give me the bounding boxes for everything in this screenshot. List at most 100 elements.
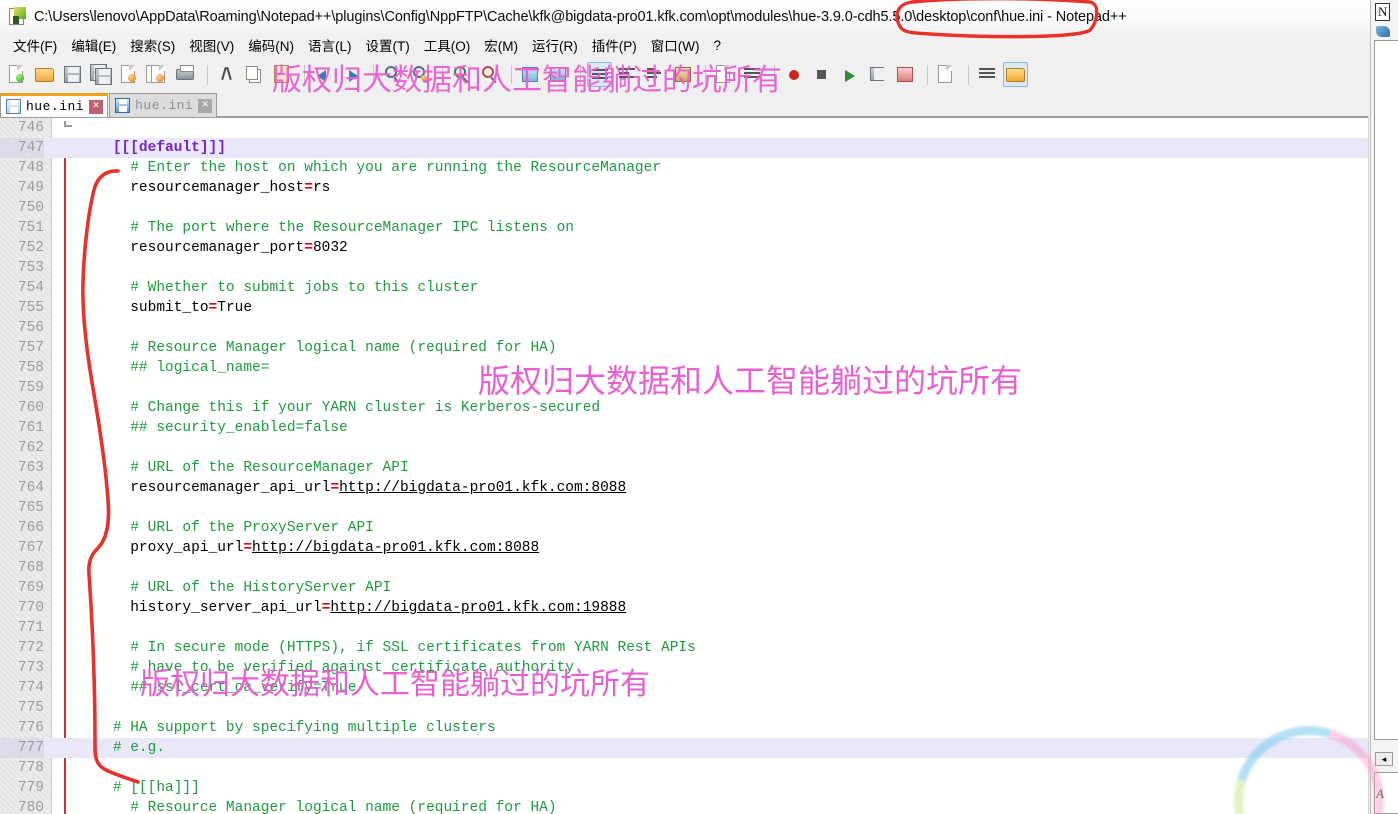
code-line-text: # e.g. — [78, 738, 165, 758]
code-line[interactable]: 758 ## logical_name= — [0, 358, 1368, 378]
code-line-text: # URL of the ResourceManager API — [78, 458, 408, 478]
background-window-sliver[interactable]: N ◂ A — [1370, 0, 1398, 814]
run-icon[interactable] — [934, 62, 959, 87]
line-number: 776 — [17, 720, 44, 736]
cut-icon[interactable] — [214, 62, 239, 87]
document-switcher-icon[interactable] — [975, 62, 1000, 87]
menu-tools[interactable]: 工具(O) — [417, 33, 478, 57]
paste-icon[interactable] — [270, 62, 295, 87]
code-line[interactable]: 772 # In secure mode (HTTPS), if SSL cer… — [0, 638, 1368, 658]
code-token-sec: [[[default]]] — [112, 140, 226, 156]
code-text-area[interactable]: 746 747 [[[default]]] 748 # Enter the host… — [0, 118, 1368, 814]
code-token-url[interactable]: http://bigdata-pro01.kfk.com:8088 — [252, 540, 539, 556]
close-icon[interactable]: ✕ — [198, 98, 213, 113]
stop-macro-icon[interactable] — [809, 62, 834, 87]
menu-run[interactable]: 运行(R) — [525, 33, 585, 57]
record-macro-icon[interactable] — [781, 62, 806, 87]
code-line[interactable]: 769 # URL of the HistoryServer API — [0, 578, 1368, 598]
code-line[interactable]: 760 # Change this if your YARN cluster i… — [0, 398, 1368, 418]
code-token-url[interactable]: http://bigdata-pro01.kfk.com:19888 — [330, 600, 626, 616]
sync-horizontal-scroll-icon[interactable] — [546, 62, 571, 87]
ftp-icon[interactable] — [1003, 62, 1028, 87]
show-all-chars-icon[interactable] — [615, 62, 640, 87]
code-token-val: rs — [312, 180, 331, 196]
menu-view[interactable]: 视图(V) — [182, 33, 241, 57]
sync-vertical-scroll-icon[interactable] — [518, 62, 543, 87]
word-wrap-icon[interactable] — [587, 62, 612, 87]
menu-file[interactable]: 文件(F) — [6, 33, 64, 57]
line-number: 763 — [17, 460, 44, 476]
code-line[interactable]: 766 # URL of the ProxyServer API — [0, 518, 1368, 538]
code-line-text: ## security_enabled=false — [78, 418, 348, 438]
code-line[interactable]: 780 # Resource Manager logical name (req… — [0, 798, 1368, 814]
code-line[interactable]: 765 — [0, 498, 1368, 518]
code-line[interactable]: 767 proxy_api_url=http://bigdata-pro01.k… — [0, 538, 1368, 558]
print-icon[interactable] — [173, 62, 198, 87]
save-macro-icon[interactable] — [865, 62, 890, 87]
redo-icon[interactable] — [339, 62, 364, 87]
menu-macro[interactable]: 宏(M) — [477, 33, 525, 57]
playback-macro-icon[interactable] — [837, 62, 862, 87]
code-line[interactable]: 755 submit_to=True — [0, 298, 1368, 318]
code-editor[interactable]: 746 747 [[[default]]] 748 # Enter the host… — [0, 117, 1368, 814]
code-line[interactable]: 756 — [0, 318, 1368, 338]
close-file-icon[interactable] — [117, 62, 142, 87]
code-line[interactable]: 747 [[[default]]] — [0, 138, 1368, 158]
code-line[interactable]: 770 history_server_api_url=http://bigdat… — [0, 598, 1368, 618]
code-line[interactable]: 773 # have to be verified against certif… — [0, 658, 1368, 678]
menu-plugins[interactable]: 插件(P) — [585, 33, 644, 57]
save-icon[interactable] — [61, 62, 86, 87]
code-line[interactable]: 750 — [0, 198, 1368, 218]
close-all-files-icon[interactable] — [145, 62, 170, 87]
menu-encoding[interactable]: 编码(N) — [241, 33, 301, 57]
open-file-icon[interactable] — [33, 62, 58, 87]
indent-guide-icon[interactable] — [643, 62, 668, 87]
code-token-url[interactable]: http://bigdata-pro01.kfk.com:8088 — [339, 480, 626, 496]
code-line[interactable]: 771 — [0, 618, 1368, 638]
copy-icon[interactable] — [242, 62, 267, 87]
code-line[interactable]: 763 # URL of the ResourceManager API — [0, 458, 1368, 478]
menu-language[interactable]: 语言(L) — [301, 33, 359, 57]
code-line[interactable]: 757 # Resource Manager logical name (req… — [0, 338, 1368, 358]
code-line[interactable]: 748 # Enter the host on which you are ru… — [0, 158, 1368, 178]
menu-search[interactable]: 搜索(S) — [123, 33, 182, 57]
code-line[interactable]: 774 ## ssl_cert_ca_verify=True — [0, 678, 1368, 698]
document-map-icon[interactable] — [712, 62, 737, 87]
undo-icon[interactable] — [311, 62, 336, 87]
replace-icon[interactable] — [408, 62, 433, 87]
code-line[interactable]: 754 # Whether to submit jobs to this clu… — [0, 278, 1368, 298]
menu-window[interactable]: 窗口(W) — [644, 33, 707, 57]
zoom-in-icon[interactable] — [449, 62, 474, 87]
code-line[interactable]: 749 resourcemanager_host=rs — [0, 178, 1368, 198]
close-icon[interactable]: ✕ — [89, 99, 104, 114]
code-line[interactable]: 776 # HA support by specifying multiple … — [0, 718, 1368, 738]
menu-settings[interactable]: 设置(T) — [359, 33, 417, 57]
code-line[interactable]: 778 — [0, 758, 1368, 778]
code-line[interactable]: 779 # [[[ha]]] — [0, 778, 1368, 798]
save-all-icon[interactable] — [89, 62, 114, 87]
code-line[interactable]: 775 — [0, 698, 1368, 718]
menu-help[interactable]: ? — [706, 36, 728, 55]
code-line[interactable]: 768 — [0, 558, 1368, 578]
code-line[interactable]: 753 — [0, 258, 1368, 278]
find-icon[interactable] — [380, 62, 405, 87]
run-macro-multiple-icon[interactable] — [893, 62, 918, 87]
code-line[interactable]: 759 — [0, 378, 1368, 398]
tab-hue-ini-inactive[interactable]: hue.ini ✕ — [109, 93, 218, 117]
code-line[interactable]: 752 resourcemanager_port=8032 — [0, 238, 1368, 258]
code-line[interactable]: 761 ## security_enabled=false — [0, 418, 1368, 438]
code-line[interactable]: 777 # e.g. — [0, 738, 1368, 758]
code-token-cmt: # The port where the ResourceManager IPC… — [130, 220, 574, 236]
background-window-button[interactable]: ◂ — [1375, 752, 1393, 766]
tab-hue-ini-active[interactable]: hue.ini ✕ — [0, 93, 109, 117]
menu-edit[interactable]: 编辑(E) — [64, 33, 123, 57]
code-line[interactable]: 762 — [0, 438, 1368, 458]
new-file-icon[interactable] — [5, 62, 30, 87]
code-line[interactable]: 764 resourcemanager_api_url=http://bigda… — [0, 478, 1368, 498]
user-defined-dialog-icon[interactable] — [671, 62, 696, 87]
code-line[interactable]: 746 — [0, 118, 1368, 138]
zoom-out-icon[interactable] — [477, 62, 502, 87]
toolbar-separator — [304, 64, 305, 85]
function-list-icon[interactable] — [740, 62, 765, 87]
code-line[interactable]: 751 # The port where the ResourceManager… — [0, 218, 1368, 238]
